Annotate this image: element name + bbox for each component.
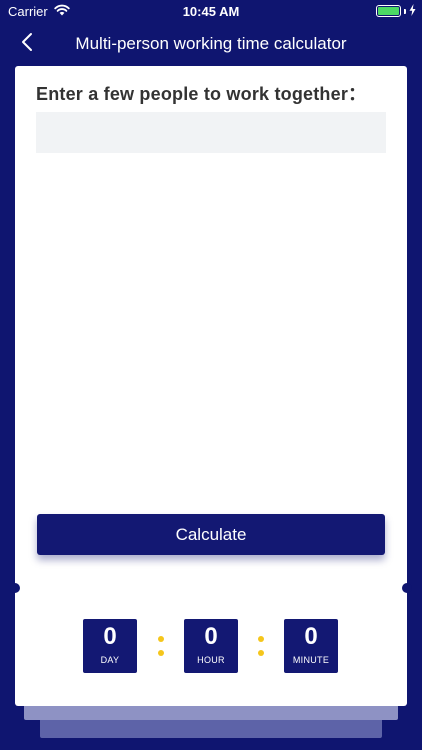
wifi-icon bbox=[54, 4, 70, 19]
separator-day-hour bbox=[158, 636, 164, 656]
battery-icon bbox=[376, 5, 401, 17]
result-display: 0 DAY 0 HOUR 0 MINUTE bbox=[15, 619, 407, 675]
separator-hour-minute bbox=[258, 636, 264, 656]
status-right bbox=[376, 3, 416, 19]
charging-bolt-icon bbox=[409, 3, 416, 19]
page-title: Multi-person working time calculator bbox=[75, 34, 347, 53]
battery-level bbox=[378, 7, 399, 15]
calculate-button[interactable]: Calculate bbox=[37, 514, 385, 555]
separator-dot bbox=[158, 650, 164, 656]
day-unit: DAY bbox=[100, 655, 120, 665]
minute-value: 0 bbox=[304, 623, 318, 650]
separator-dot bbox=[258, 650, 264, 656]
hour-unit: HOUR bbox=[197, 655, 225, 665]
battery-cap bbox=[404, 8, 406, 14]
separator-dot bbox=[158, 636, 164, 642]
people-prompt-label: Enter a few people to work together： bbox=[36, 84, 367, 104]
status-left: Carrier bbox=[8, 4, 70, 19]
navigation-bar: Multi-person working time calculator bbox=[0, 22, 422, 66]
day-tile: 0 DAY bbox=[83, 619, 137, 673]
chevron-left-icon bbox=[21, 32, 33, 57]
back-button[interactable] bbox=[12, 28, 42, 60]
minute-unit: MINUTE bbox=[292, 655, 330, 665]
people-count-input[interactable] bbox=[36, 112, 386, 153]
separator-dot bbox=[258, 636, 264, 642]
hour-value: 0 bbox=[204, 623, 218, 650]
hour-tile: 0 HOUR bbox=[184, 619, 238, 673]
minute-tile: 0 MINUTE bbox=[284, 619, 338, 673]
card-notch-right bbox=[402, 583, 412, 593]
calculator-card: Enter a few people to work together： Cal… bbox=[10, 66, 412, 706]
day-value: 0 bbox=[103, 623, 117, 650]
status-bar: Carrier 10:45 AM bbox=[0, 0, 422, 22]
card-notch-left bbox=[10, 583, 20, 593]
carrier-label: Carrier bbox=[8, 3, 48, 19]
